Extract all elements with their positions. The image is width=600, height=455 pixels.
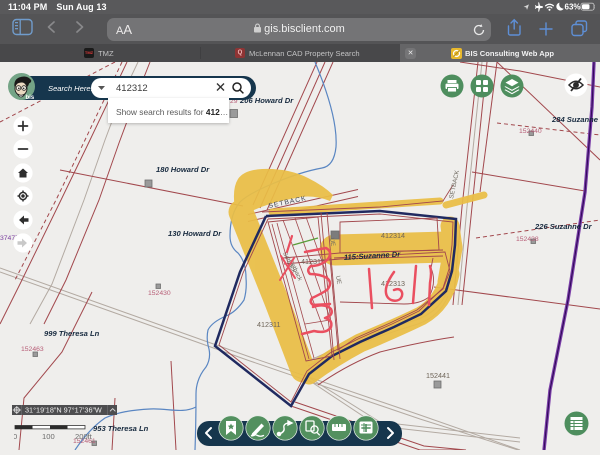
svg-text:63%: 63% — [565, 3, 581, 12]
svg-text:152441: 152441 — [426, 371, 450, 380]
svg-text:UE: UE — [328, 237, 336, 247]
svg-text:152430: 152430 — [148, 290, 171, 297]
svg-text:152438: 152438 — [516, 236, 539, 243]
svg-text:999 Theresa Ln: 999 Theresa Ln — [44, 329, 100, 338]
svg-text:284 Suzanne D: 284 Suzanne D — [551, 115, 600, 124]
svg-text:0: 0 — [14, 432, 17, 441]
svg-text:412313: 412313 — [381, 279, 405, 288]
svg-text:100: 100 — [42, 432, 55, 441]
svg-text:226 Suzanne Dr: 226 Suzanne Dr — [534, 222, 593, 231]
svg-text:SETBACK: SETBACK — [448, 169, 461, 200]
svg-text:152463: 152463 — [21, 346, 44, 353]
svg-text:200ft: 200ft — [75, 432, 93, 441]
svg-text:412311: 412311 — [257, 320, 280, 329]
svg-text:152440: 152440 — [519, 128, 542, 135]
svg-text:130 Howard Dr: 130 Howard Dr — [168, 229, 222, 238]
svg-text:bis: bis — [26, 95, 35, 101]
svg-text:UE: UE — [334, 275, 342, 285]
svg-text:31°19’18”N 97°17’36”W: 31°19’18”N 97°17’36”W — [25, 406, 102, 415]
svg-text:412312: 412312 — [116, 83, 148, 94]
svg-text:412314: 412314 — [381, 231, 405, 240]
svg-text:180 Howard Dr: 180 Howard Dr — [156, 165, 210, 174]
